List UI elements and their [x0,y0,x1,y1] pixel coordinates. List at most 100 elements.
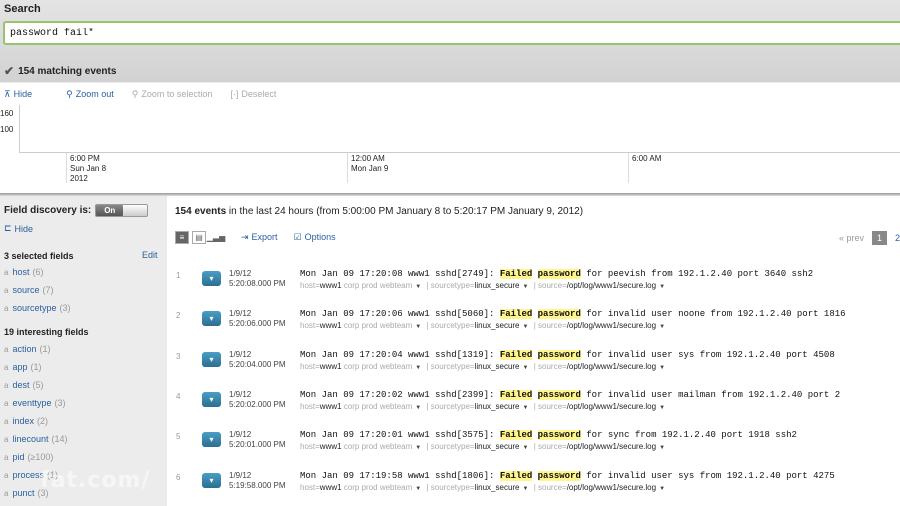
search-input[interactable] [5,23,900,44]
expand-event-icon[interactable]: ▾ [202,432,221,448]
expand-event-icon[interactable]: ▾ [202,351,221,367]
event-tags[interactable]: corp prod webteam [344,362,412,371]
field-pid[interactable]: a pid (≥100) [4,452,53,462]
search-term-highlight[interactable]: Failed [499,470,533,481]
source-value[interactable]: /opt/log/www1/secure.log [567,281,656,290]
source-value[interactable]: /opt/log/www1/secure.log [567,402,656,411]
host-value[interactable]: www1 [320,281,342,290]
list-view-icon[interactable]: ≡ [175,230,189,244]
search-term-highlight[interactable]: Failed [499,269,533,279]
host-value[interactable]: www1 [320,483,342,492]
event-tags[interactable]: corp prod webteam [344,402,412,411]
field-count: (1) [30,362,42,372]
search-term-highlight[interactable]: Failed [499,349,533,360]
dropdown-arrow-icon[interactable]: ▼ [523,324,529,330]
timeline-chart[interactable] [19,105,900,153]
expand-event-icon[interactable]: ▾ [202,271,221,286]
event-tags[interactable]: corp prod webteam [344,442,412,451]
dropdown-arrow-icon[interactable]: ▼ [523,405,529,411]
dropdown-arrow-icon[interactable]: ▼ [523,445,529,451]
dropdown-arrow-icon[interactable]: ▼ [415,445,421,451]
event-timestamp: 1/9/12 5:20:01.000 PM [229,430,286,450]
deselect-button[interactable]: [·] Deselect [230,89,276,99]
sourcetype-value[interactable]: linux_secure [475,442,520,451]
dropdown-arrow-icon[interactable]: ▼ [659,405,665,411]
sourcetype-value[interactable]: linux_secure [475,362,520,371]
current-page[interactable]: 1 [871,231,887,245]
search-term-highlight[interactable]: Failed [499,430,533,441]
watermark: fat.com/ [40,468,151,493]
expand-event-icon[interactable]: ▾ [202,472,221,488]
dropdown-arrow-icon[interactable]: ▼ [415,365,421,371]
field-discovery-toggle[interactable]: On [95,204,149,217]
host-value[interactable]: www1 [320,442,342,451]
dropdown-arrow-icon[interactable]: ▼ [659,445,665,451]
field-host[interactable]: a host (6) [4,267,43,277]
field-sidebar: Field discovery is: On ⊏ Hide 3 selected… [0,196,165,506]
export-button[interactable]: ⇥ Export [241,232,278,243]
source-value[interactable]: /opt/log/www1/secure.log [567,442,656,451]
search-term-highlight[interactable]: Failed [499,389,533,400]
event-number: 6 [176,472,181,482]
event-tags[interactable]: corp prod webteam [344,321,412,330]
host-value[interactable]: www1 [320,321,342,330]
event-raw-text: Mon Jan 09 17:20:06 www1 sshd[5060]: Fai… [300,309,846,320]
source-value[interactable]: /opt/log/www1/secure.log [567,321,656,330]
zoom-out-button[interactable]: ⚲ Zoom out [66,89,114,100]
field-type-icon: a [4,470,9,480]
dropdown-arrow-icon[interactable]: ▼ [415,405,421,411]
expand-event-icon[interactable]: ▾ [202,311,221,327]
table-view-icon[interactable]: ▤ [192,230,206,244]
dropdown-arrow-icon[interactable]: ▼ [523,486,529,492]
sourcetype-value[interactable]: linux_secure [475,281,520,290]
field-action[interactable]: a action (1) [4,344,50,354]
source-value[interactable]: /opt/log/www1/secure.log [567,483,656,492]
sidebar-hide-button[interactable]: ⊏ Hide [4,223,33,234]
field-eventtype[interactable]: a eventtype (3) [4,398,65,408]
search-term-highlight[interactable]: password [537,309,581,320]
zoom-to-selection-button[interactable]: ⚲ Zoom to selection [132,89,213,100]
dropdown-arrow-icon[interactable]: ▼ [523,284,529,290]
dropdown-arrow-icon[interactable]: ▼ [415,324,421,330]
sourcetype-value[interactable]: linux_secure [475,483,520,492]
search-term-highlight[interactable]: password [537,430,581,441]
event-tags[interactable]: corp prod webteam [344,483,412,492]
field-count: (5) [32,380,44,390]
field-dest[interactable]: a dest (5) [4,380,43,390]
field-app[interactable]: a app (1) [4,362,41,372]
dropdown-arrow-icon[interactable]: ▼ [659,365,665,371]
host-value[interactable]: www1 [320,362,342,371]
dropdown-arrow-icon[interactable]: ▼ [659,284,665,290]
sourcetype-value[interactable]: linux_secure [475,321,520,330]
field-source[interactable]: a source (7) [4,285,53,295]
expand-event-icon[interactable]: ▾ [202,391,221,407]
dropdown-arrow-icon[interactable]: ▼ [523,365,529,371]
dropdown-arrow-icon[interactable]: ▼ [415,486,421,492]
dropdown-arrow-icon[interactable]: ▼ [415,284,421,290]
search-term-highlight[interactable]: password [537,349,581,360]
event-raw-text: Mon Jan 09 17:20:08 www1 sshd[2749]: Fai… [300,269,814,279]
host-value[interactable]: www1 [320,402,342,411]
sourcetype-value[interactable]: linux_secure [475,402,520,411]
source-value[interactable]: /opt/log/www1/secure.log [567,362,656,371]
options-button[interactable]: ☑ Options [294,232,336,243]
search-term-highlight[interactable]: password [537,470,581,481]
field-type-icon: a [4,303,9,313]
search-term-highlight[interactable]: password [537,389,581,400]
dropdown-arrow-icon[interactable]: ▼ [659,486,665,492]
search-term-highlight[interactable]: password [537,269,581,279]
field-index[interactable]: a index (2) [4,416,48,426]
edit-fields-link[interactable]: Edit [142,250,158,260]
field-type-icon: a [4,267,9,277]
timeline-hide-button[interactable]: ⊼ Hide [4,89,32,100]
field-name: pid [12,452,25,462]
field-linecount[interactable]: a linecount (14) [4,434,68,444]
search-term-highlight[interactable]: Failed [499,309,533,320]
page-link[interactable]: 2 [895,233,900,243]
field-sourcetype[interactable]: a sourcetype (3) [4,303,70,313]
dropdown-arrow-icon[interactable]: ▼ [659,324,665,330]
prev-page-link[interactable]: « prev [839,233,864,243]
search-box[interactable] [3,21,900,45]
event-tags[interactable]: corp prod webteam [344,281,412,290]
chart-view-icon[interactable]: ▁▃▅ [207,230,225,244]
